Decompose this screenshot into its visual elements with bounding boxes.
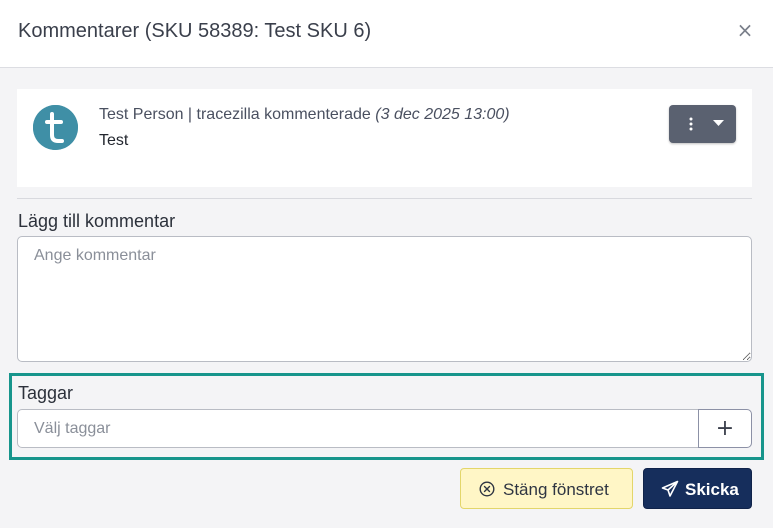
send-label: Skicka bbox=[685, 480, 739, 499]
modal-title: Kommentarer (SKU 58389: Test SKU 6) bbox=[18, 20, 372, 42]
comment-body: Test bbox=[99, 132, 129, 149]
close-window-label: Stäng fönstret bbox=[503, 480, 609, 499]
close-icon[interactable]: × bbox=[733, 18, 757, 42]
avatar bbox=[33, 105, 78, 150]
tags-input[interactable] bbox=[17, 409, 699, 448]
comment-textarea[interactable] bbox=[17, 236, 752, 362]
divider bbox=[17, 198, 752, 199]
kebab-icon bbox=[689, 117, 693, 131]
close-window-button[interactable]: Stäng fönstret bbox=[460, 468, 633, 509]
comment-author: Test Person | tracezilla kommenterade bbox=[99, 106, 371, 123]
chevron-down-icon bbox=[713, 120, 724, 126]
add-tag-button[interactable]: + bbox=[698, 409, 752, 448]
add-comment-label: Lägg till kommentar bbox=[18, 211, 176, 231]
comment-meta: Test Person | tracezilla kommenterade (3… bbox=[99, 106, 510, 124]
comment-card: Test Person | tracezilla kommenterade (3… bbox=[17, 89, 752, 187]
avatar-letter-icon bbox=[33, 105, 78, 150]
comment-actions-button[interactable] bbox=[669, 105, 736, 143]
circle-x-icon bbox=[479, 481, 495, 497]
tags-label: Taggar bbox=[18, 383, 74, 403]
comment-timestamp: (3 dec 2025 13:00) bbox=[375, 106, 510, 123]
send-button[interactable]: Skicka bbox=[643, 468, 752, 509]
modal-header: Kommentarer (SKU 58389: Test SKU 6) × bbox=[0, 0, 773, 68]
paper-plane-icon bbox=[661, 480, 679, 497]
